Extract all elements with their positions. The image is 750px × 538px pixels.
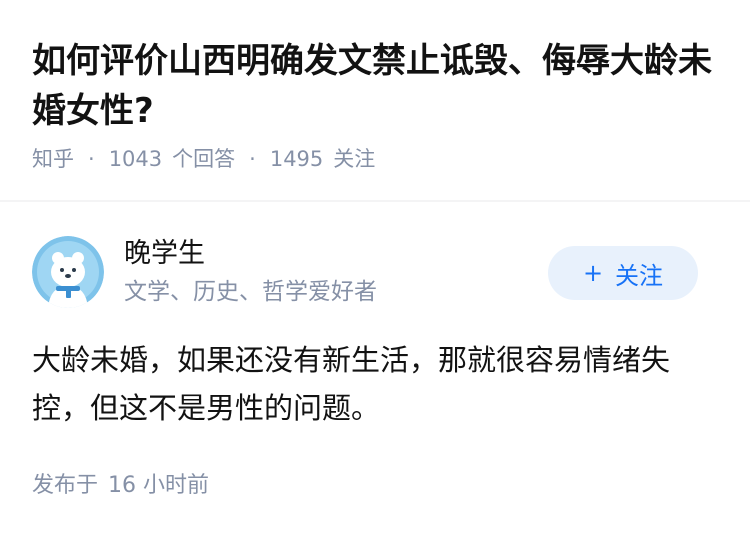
follower-count-label: 关注 [333,147,376,171]
question-title[interactable]: 如何评价山西明确发文禁止诋毁、侮辱大龄未婚女性? [32,36,722,136]
question-meta: 知乎 · 1043 个回答 · 1495 关注 [32,144,375,174]
answer-count-label[interactable]: 个回答 [172,144,235,174]
author-bio: 文学、历史、哲学爱好者 [124,279,377,305]
source-label[interactable]: 知乎 [32,144,74,174]
published-time-value: 16 小时前 [108,473,210,498]
follower-count: 1495 [269,147,324,171]
author-name[interactable]: 晚学生 [124,236,205,272]
answer-content[interactable]: 大龄未婚，如果还没有新生活，那就很容易情绪失控，但这不是男性的问题。 [32,336,718,432]
section-divider [0,200,750,202]
plus-icon: + [582,259,604,287]
meta-separator: · [249,147,256,171]
avatar[interactable] [32,236,104,308]
follow-button-label: 关注 [615,261,664,290]
polar-bear-avatar-icon [32,236,104,308]
meta-separator: · [88,147,95,171]
published-prefix: 发布于 [32,473,99,498]
published-time: 发布于 16 小时前 [32,470,209,502]
answer-count[interactable]: 1043 [109,144,162,174]
follow-button[interactable]: + 关注 [548,246,698,300]
